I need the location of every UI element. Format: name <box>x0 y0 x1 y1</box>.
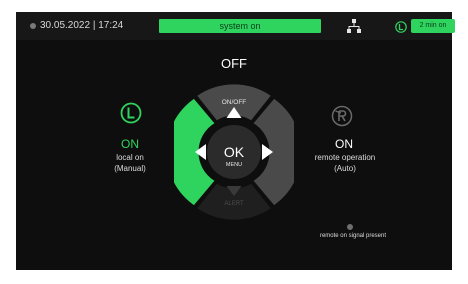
status-indicator-dot <box>30 23 36 29</box>
remote-signal-indicator <box>347 224 353 230</box>
local-mode-line1: local on <box>116 153 144 162</box>
datetime-label: 30.05.2022 | 17:24 <box>40 20 124 31</box>
remote-mode-text: remote operation (Auto) <box>310 152 380 174</box>
status-bar: 30.05.2022 | 17:24 system on 2 min on <box>16 12 455 40</box>
dpad-up-label: ON/OFF <box>222 99 247 106</box>
remote-signal-text: remote on signal present <box>319 233 387 239</box>
local-mode-icon <box>395 20 407 33</box>
remote-mode-icon <box>331 105 353 132</box>
dpad-ok-label: OK <box>224 144 245 160</box>
local-mode-icon <box>120 102 142 129</box>
dpad-alert-label: ALERT <box>224 201 244 207</box>
system-state-label: OFF <box>221 56 247 71</box>
remote-mode-line2: (Auto) <box>334 164 356 173</box>
remote-status: ON <box>335 137 353 151</box>
dpad-menu-label: MENU <box>226 162 242 168</box>
remote-mode-line1: remote operation <box>314 153 376 162</box>
local-status: ON <box>121 137 139 151</box>
network-icon <box>347 19 361 38</box>
timer-badge: 2 min on <box>411 19 455 33</box>
local-mode-text: local on (Manual) <box>90 152 170 174</box>
system-status-bar[interactable]: system on <box>159 19 321 33</box>
control-screen: 30.05.2022 | 17:24 system on 2 min on OF… <box>16 12 455 270</box>
dpad-control: ON/OFF OK MENU ALERT <box>174 84 294 220</box>
local-mode-line2: (Manual) <box>114 164 146 173</box>
